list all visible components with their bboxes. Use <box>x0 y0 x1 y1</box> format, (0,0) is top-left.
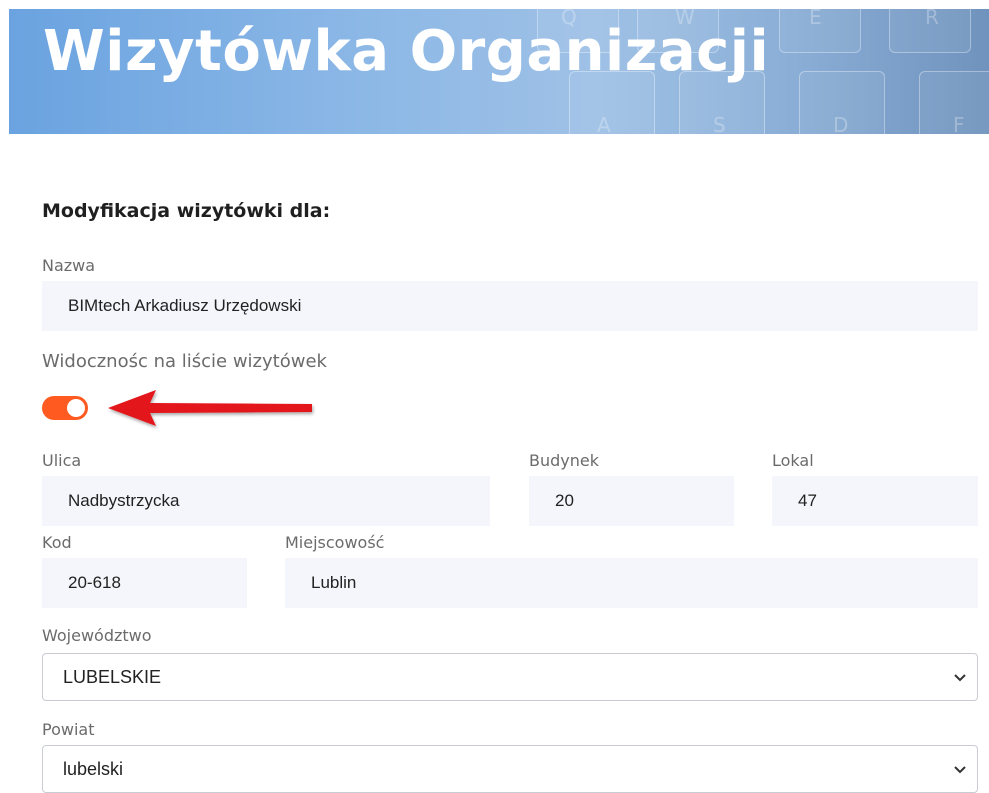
powiat-selected-value: lubelski <box>63 758 124 779</box>
section-title: Modyfikacja wizytówki dla: <box>42 200 331 222</box>
keyboard-letter-decoration: R <box>925 9 939 29</box>
wojewodztwo-select[interactable]: LUBELSKIE <box>42 653 978 701</box>
budynek-input[interactable]: 20 <box>529 476 734 526</box>
budynek-label: Budynek <box>529 451 599 470</box>
lokal-label: Lokal <box>772 451 814 470</box>
visibility-label: Widocznośc na liście wizytówek <box>42 351 327 372</box>
red-arrow-icon <box>108 390 312 426</box>
chevron-down-icon <box>954 766 966 774</box>
wojewodztwo-label: Województwo <box>42 626 152 645</box>
header-banner: Q W E R A S D F Wizytówka Organizacji <box>9 9 989 134</box>
keyboard-letter-decoration: E <box>809 9 822 29</box>
visibility-toggle[interactable] <box>42 396 88 420</box>
ulica-label: Ulica <box>42 451 82 470</box>
chevron-down-icon <box>954 674 966 682</box>
lokal-input[interactable]: 47 <box>772 476 978 526</box>
powiat-select[interactable]: lubelski <box>42 745 978 793</box>
miejscowosc-label: Miejscowość <box>285 533 385 552</box>
nazwa-input[interactable]: BIMtech Arkadiusz Urzędowski <box>42 281 978 331</box>
kod-label: Kod <box>42 533 72 552</box>
wojewodztwo-selected-value: LUBELSKIE <box>63 666 162 687</box>
ulica-input[interactable]: Nadbystrzycka <box>42 476 490 526</box>
keyboard-letter-decoration: S <box>713 113 726 134</box>
kod-input[interactable]: 20-618 <box>42 558 247 608</box>
page-title: Wizytówka Organizacji <box>43 19 770 84</box>
nazwa-label: Nazwa <box>42 256 96 275</box>
keyboard-letter-decoration: A <box>597 113 611 134</box>
toggle-knob <box>67 399 85 417</box>
miejscowosc-input[interactable]: Lublin <box>285 558 978 608</box>
keyboard-letter-decoration: D <box>833 113 849 134</box>
keyboard-letter-decoration: F <box>953 113 965 134</box>
powiat-label: Powiat <box>42 720 95 739</box>
